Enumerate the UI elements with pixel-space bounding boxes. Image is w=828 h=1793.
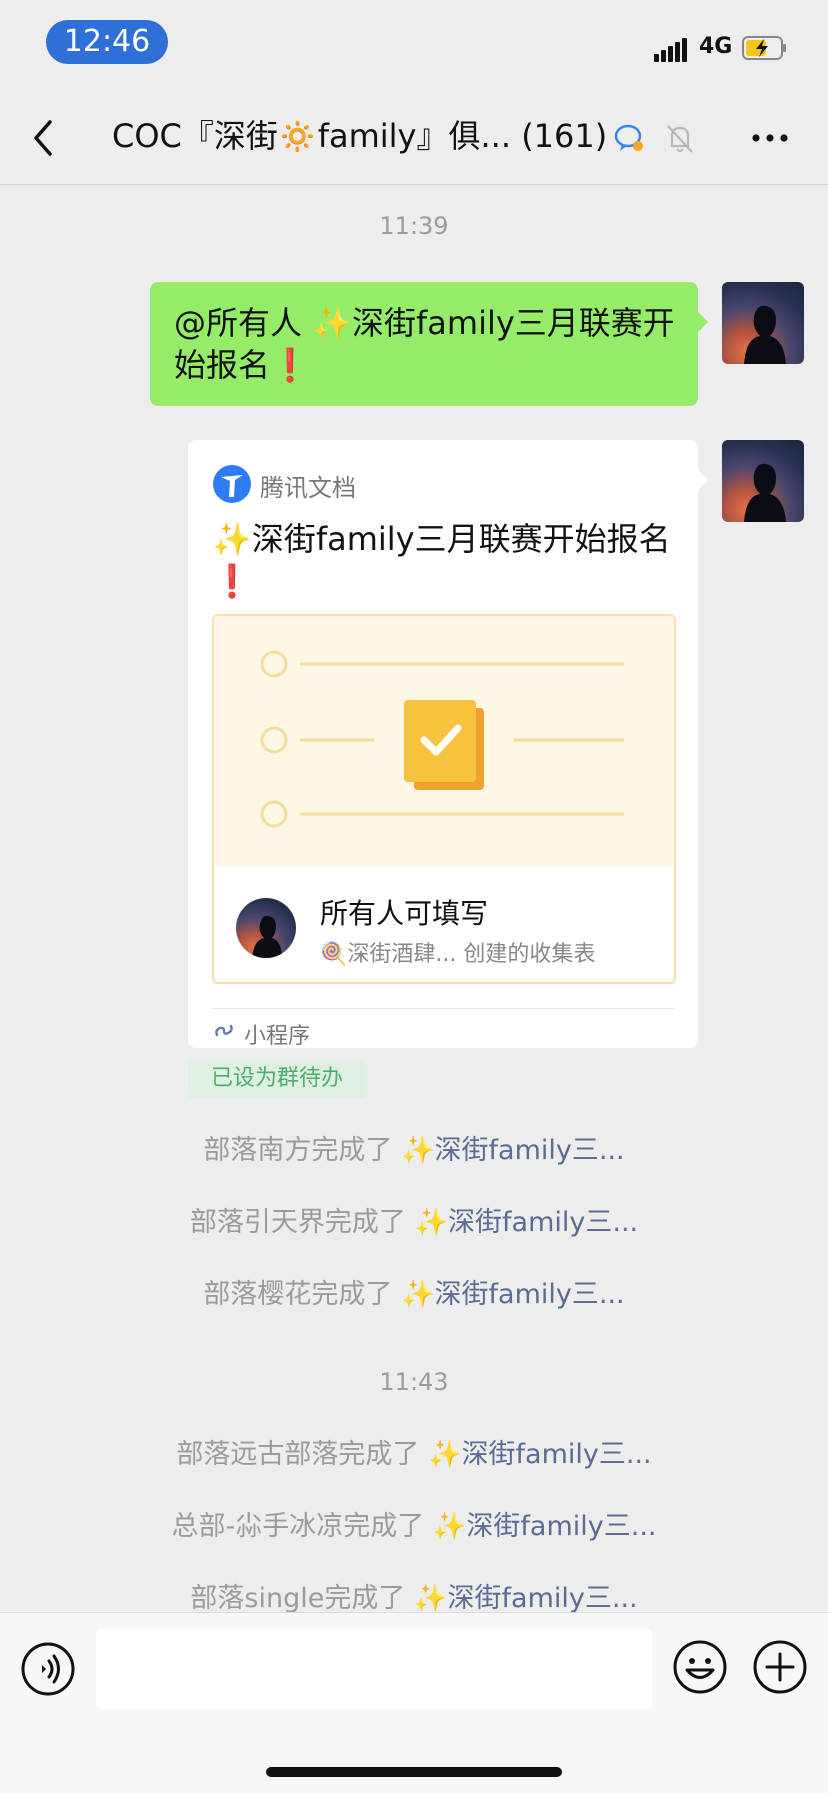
member-count: (161): [521, 117, 608, 155]
plus-icon[interactable]: [752, 1639, 808, 1695]
mini-program-label: 小程序: [244, 1024, 311, 1049]
mute-bell-icon: [667, 125, 693, 153]
message-timestamp: 11:39: [379, 212, 449, 240]
form-preview-image: [214, 616, 674, 866]
chat-input-bar: [0, 1612, 828, 1793]
form-preview: 所有人可填写 🍭深街酒肆... 创建的收集表: [212, 614, 676, 984]
more-options-icon[interactable]: [750, 132, 790, 144]
completion-notice: 部落樱花完成了 ✨深街family三...: [0, 1272, 828, 1311]
card-source: 腾讯文档: [260, 474, 356, 502]
chat-title: COC『深街🔅family』俱... (161): [112, 114, 622, 158]
status-icons: [614, 124, 693, 153]
status-time: 12:46: [46, 20, 168, 64]
message-input[interactable]: [96, 1629, 652, 1709]
tencent-docs-logo-icon: [213, 465, 251, 503]
mini-program-icon: [215, 1024, 233, 1037]
completion-link[interactable]: ✨深街family三...: [433, 1511, 657, 1542]
completion-link[interactable]: ✨深街family三...: [414, 1583, 638, 1614]
completion-notice: 部落引天界完成了 ✨深街family三...: [0, 1200, 828, 1239]
sender-avatar[interactable]: [722, 440, 804, 522]
completion-user: 部落远古部落完成了: [176, 1439, 428, 1470]
status-bar: 12:46 4G: [0, 0, 828, 90]
completion-link[interactable]: ✨深街family三...: [401, 1135, 625, 1166]
completion-user: 总部-尛手冰凉完成了: [171, 1511, 433, 1542]
voice-input-icon[interactable]: [20, 1641, 76, 1697]
form-subtitle: 🍭深街酒肆... 创建的收集表: [320, 942, 596, 967]
completion-user: 部落引天界完成了: [189, 1207, 415, 1238]
sender-avatar[interactable]: [722, 282, 804, 364]
battery-icon: [742, 36, 786, 60]
completion-link[interactable]: ✨深街family三...: [428, 1439, 652, 1470]
chat-nav-bar: COC『深街🔅family』俱... (161): [0, 90, 828, 185]
card-divider: [212, 1008, 674, 1009]
completion-link[interactable]: ✨深街family三...: [414, 1207, 638, 1238]
group-name: COC『深街🔅family』俱...: [112, 117, 512, 155]
checklist-illustration-icon: [260, 650, 624, 828]
completion-notice: 总部-尛手冰凉完成了 ✨深街family三...: [0, 1504, 828, 1543]
completion-notice: 部落single完成了 ✨深街family三...: [0, 1576, 828, 1615]
chat-bubble-icon: [614, 124, 643, 151]
completion-link[interactable]: ✨深街family三...: [401, 1279, 625, 1310]
message-timestamp: 11:43: [379, 1368, 449, 1396]
completion-user: 部落single完成了: [190, 1583, 414, 1614]
completion-user: 部落樱花完成了: [203, 1279, 401, 1310]
network-type: 4G: [699, 34, 733, 59]
completion-notice: 部落南方完成了 ✨深街family三...: [0, 1128, 828, 1167]
signal-icon: [654, 38, 688, 62]
form-owner-avatar: [236, 898, 296, 958]
message-text: @所有人 ✨深街family三月联赛开始报名❗: [174, 304, 675, 384]
form-title: 所有人可填写: [320, 897, 489, 930]
card-title: ✨深街family三月联赛开始报名❗: [212, 520, 671, 600]
emoji-icon[interactable]: [672, 1639, 728, 1695]
tencent-doc-card[interactable]: 腾讯文档 ✨深街family三月联赛开始报名❗ 所有人可填写 🍭深街酒肆... …: [188, 440, 708, 1049]
completion-user: 部落南方完成了: [203, 1135, 401, 1166]
text-message-bubble[interactable]: @所有人 ✨深街family三月联赛开始报名❗: [150, 282, 708, 406]
completion-notice: 部落远古部落完成了 ✨深街family三...: [0, 1432, 828, 1471]
group-todo-badge[interactable]: 已设为群待办: [188, 1060, 366, 1098]
back-arrow-icon[interactable]: [28, 118, 58, 158]
home-indicator: [266, 1767, 562, 1777]
